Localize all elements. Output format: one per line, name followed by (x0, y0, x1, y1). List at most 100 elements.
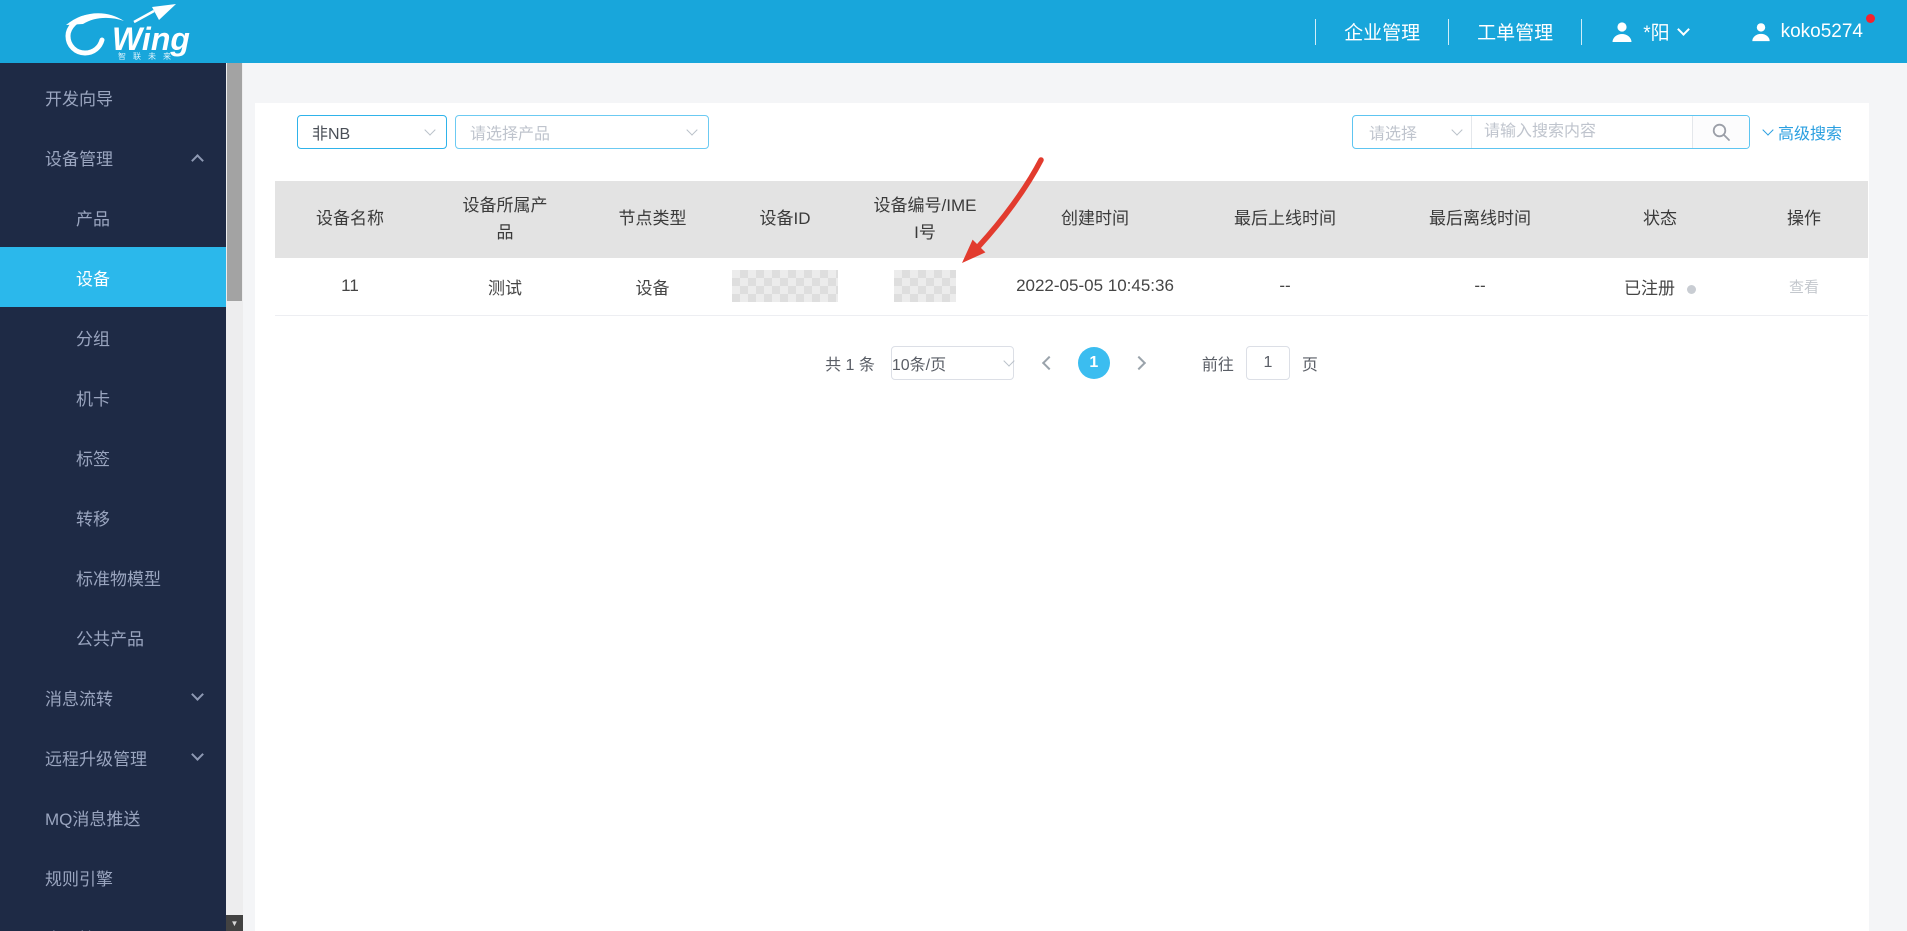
prev-page-button[interactable] (1041, 355, 1056, 370)
page-number-button[interactable]: 1 (1077, 346, 1110, 379)
cell-status: 已注册 (1580, 258, 1740, 316)
advanced-search-link[interactable]: 高级搜索 (1762, 120, 1842, 144)
view-link[interactable]: 查看 (1789, 279, 1819, 296)
nav-divider (1581, 18, 1583, 45)
next-page-button[interactable] (1131, 355, 1146, 370)
scrollbar-thumb[interactable] (227, 63, 242, 301)
page-size-select[interactable]: 10条/页 (890, 345, 1015, 380)
goto-page-input[interactable] (1245, 345, 1290, 380)
notification-dot (1866, 13, 1875, 23)
main-content: 非NB 请选择产品 请选择 请输入搜索内容 高级搜索 设备名称 设备所属产品 节… (243, 63, 1907, 931)
chevron-down-icon (1762, 124, 1774, 136)
person-icon (1612, 21, 1632, 42)
device-list-card: 非NB 请选择产品 请选择 请输入搜索内容 高级搜索 设备名称 设备所属产品 节… (255, 103, 1869, 931)
chevron-down-icon (686, 124, 698, 136)
cell-last-online: -- (1190, 258, 1380, 316)
sidebar-item-label: 标准物模型 (76, 569, 161, 589)
sidebar-scrollbar[interactable]: ▼ (226, 63, 243, 931)
sidebar-item-8[interactable]: 标准物模型 (0, 547, 226, 607)
sidebar-item-7[interactable]: 转移 (0, 487, 226, 547)
sidebar-item-6[interactable]: 标签 (0, 427, 226, 487)
sidebar-item-label: 应用管理 (45, 925, 113, 931)
sidebar-item-10[interactable]: 消息流转 (0, 667, 226, 727)
product-select-placeholder: 请选择产品 (470, 126, 551, 143)
column-header-0: 设备名称 (275, 181, 425, 258)
device-type-select-value: 非NB (312, 126, 351, 143)
ctwing-logo[interactable]: Wing 智联未来 (60, 3, 218, 60)
page: Wing 智联未来 企业管理 工单管理 *阳 koko5274 开发向导 设备管… (0, 0, 1907, 931)
sidebar-item-11[interactable]: 远程升级管理 (0, 727, 226, 787)
cell-created-time: 2022-05-05 10:45:36 (1000, 258, 1190, 316)
sidebar-item-9[interactable]: 公共产品 (0, 607, 226, 667)
sidebar-item-label: 消息流转 (45, 689, 113, 709)
sidebar-item-label: 分组 (76, 329, 110, 349)
column-header-4: 设备编号/IMEI号 (850, 181, 1000, 258)
sidebar-item-13[interactable]: 规则引擎 (0, 847, 226, 907)
sidebar-item-3[interactable]: 设备 (0, 247, 226, 307)
top-navigation: 企业管理 工单管理 *阳 koko5274 (1287, 13, 1875, 45)
sidebar-item-label: 设备 (76, 269, 110, 289)
chevron-down-icon (1003, 354, 1015, 367)
sidebar-item-12[interactable]: MQ消息推送 (0, 787, 226, 847)
search-group: 请选择 (1351, 115, 1750, 149)
redacted-device-imei (894, 270, 956, 303)
ctwing-logo-graphic: Wing 智联未来 (65, 3, 190, 60)
cell-last-offline: -- (1380, 258, 1580, 316)
sidebar-item-2[interactable]: 产品 (0, 187, 226, 247)
device-type-select[interactable]: 非NB (297, 115, 447, 149)
nav-workorder-management[interactable]: 工单管理 (1477, 18, 1553, 45)
sidebar-item-label: MQ消息推送 (45, 809, 141, 829)
sidebar-item-5[interactable]: 机卡 (0, 367, 226, 427)
page-size-value: 10条/页 (891, 356, 947, 374)
cell-node-type: 设备 (585, 258, 720, 316)
column-header-5: 创建时间 (1000, 181, 1190, 258)
cell-product: 测试 (425, 258, 585, 316)
chevron-down-icon (1676, 22, 1690, 36)
cell-device-id (720, 258, 850, 316)
scrollbar-down-button[interactable]: ▼ (226, 915, 243, 931)
nav-divider (1315, 18, 1317, 45)
product-select[interactable]: 请选择产品 (455, 115, 709, 149)
device-table: 设备名称 设备所属产品 节点类型 设备ID 设备编号/IMEI号 创建时间 最后上线时间 最后… (275, 181, 1868, 316)
sidebar-item-label: 远程升级管理 (45, 749, 147, 769)
table-row: 11 测试 设备 2022-05-05 10:45:36 -- -- 已注册 查… (275, 258, 1868, 316)
table-header-row: 设备名称 设备所属产品 节点类型 设备ID 设备编号/IMEI号 创建时间 最后上线时间 最后… (275, 181, 1868, 258)
sidebar: 开发向导设备管理产品设备分组机卡标签 转移标准物模型公共产品消息流转远程升级管理 M… (0, 63, 226, 931)
goto-page: 前往 页 (1201, 345, 1318, 380)
user-menu[interactable]: *阳 (1610, 18, 1690, 45)
chevron-up-icon (191, 153, 204, 167)
search-icon (1712, 123, 1730, 141)
search-input[interactable] (1471, 116, 1692, 148)
advanced-search-label: 高级搜索 (1777, 126, 1842, 143)
nav-divider (1448, 18, 1450, 45)
user-menu-label: *阳 (1643, 23, 1670, 44)
sidebar-item-0[interactable]: 开发向导 (0, 67, 226, 127)
cell-device-name: 11 (275, 258, 425, 316)
sidebar-item-14[interactable]: 应用管理 (0, 907, 226, 931)
sidebar-item-label: 产品 (76, 209, 110, 229)
logo-tagline: 智联未来 (118, 51, 178, 60)
chevron-down-icon (191, 748, 204, 761)
sidebar-item-label: 开发向导 (45, 89, 113, 109)
account-menu[interactable]: koko5274 (1750, 13, 1875, 43)
account-label: koko5274 (1780, 20, 1863, 42)
sidebar-item-label: 机卡 (76, 389, 110, 409)
search-area: 请选择 请输入搜索内容 高级搜索 (1351, 115, 1842, 149)
column-header-3: 设备ID (720, 181, 850, 258)
sidebar-item-4[interactable]: 分组 (0, 307, 226, 367)
cell-device-no (850, 258, 1000, 316)
search-button[interactable] (1692, 116, 1749, 148)
sidebar-item-1[interactable]: 设备管理 (0, 127, 226, 187)
column-header-6: 最后上线时间 (1190, 181, 1380, 258)
paper-plane-icon (152, 3, 176, 20)
column-header-9: 操作 (1740, 181, 1868, 258)
redacted-device-id (732, 270, 838, 303)
chevron-down-icon (424, 124, 436, 136)
nav-enterprise-management[interactable]: 企业管理 (1344, 18, 1420, 45)
goto-label: 前往 (1201, 356, 1234, 374)
person-icon (1751, 22, 1770, 41)
topbar: Wing 智联未来 企业管理 工单管理 *阳 koko5274 (0, 0, 1907, 63)
sidebar-item-label: 设备管理 (45, 149, 113, 169)
pagination: 共 1 条 10条/页 1 前往 页 (275, 345, 1868, 380)
search-field-select[interactable]: 请选择 (1353, 116, 1471, 148)
